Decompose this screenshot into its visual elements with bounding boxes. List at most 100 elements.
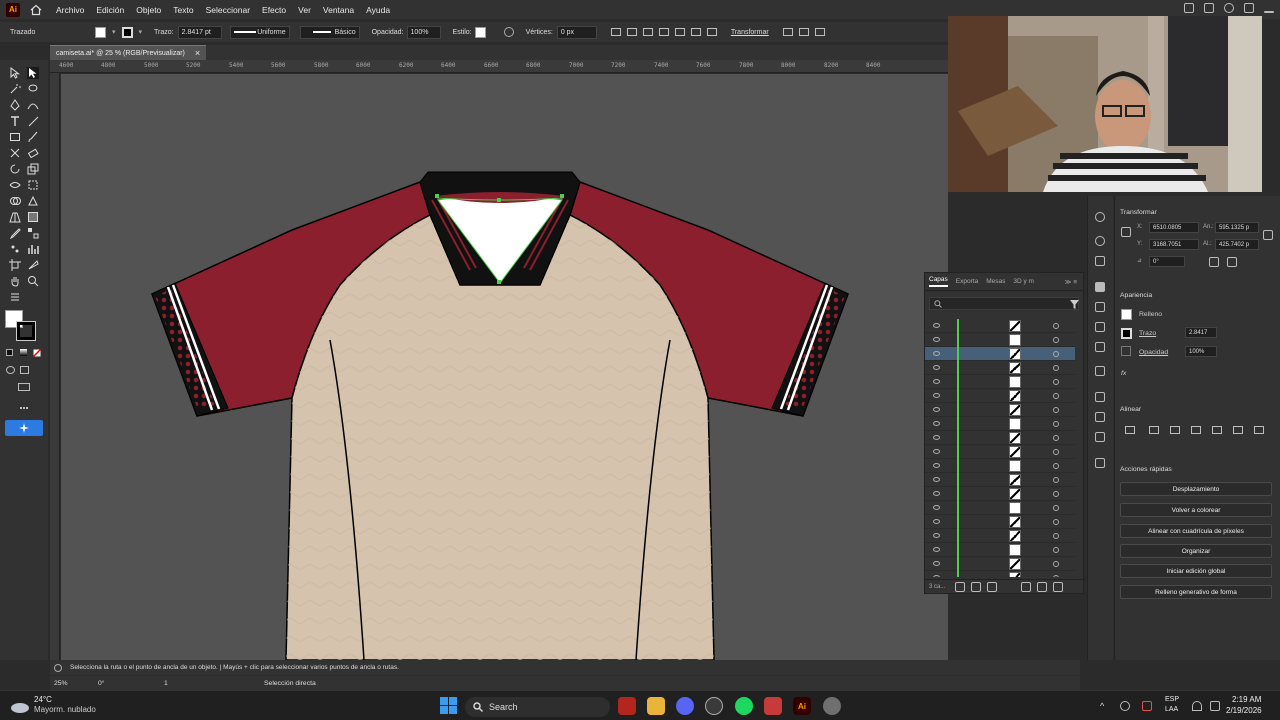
height-field[interactable]: 425.7402 p — [1215, 239, 1259, 250]
search-icon[interactable] — [1224, 3, 1234, 13]
appearance-stroke-swatch[interactable] — [1121, 328, 1132, 339]
align-vcenter-icon[interactable] — [690, 28, 701, 36]
zoom-level[interactable]: 25% — [54, 680, 84, 687]
pen-tool-icon[interactable] — [9, 99, 21, 111]
curvature-tool-icon[interactable] — [27, 99, 39, 111]
align-top-icon[interactable] — [674, 28, 685, 36]
stroke-weight-field[interactable]: 2.8417 pt — [177, 25, 222, 39]
layer-row[interactable] — [925, 515, 1075, 529]
visibility-eye-icon[interactable] — [933, 463, 940, 468]
visibility-eye-icon[interactable] — [933, 533, 940, 538]
info-icon[interactable] — [1095, 458, 1105, 468]
layer-row[interactable] — [925, 557, 1075, 571]
generative-shape-fill-button[interactable]: Relleno generativo de forma — [1120, 585, 1272, 599]
x-field[interactable]: 6510.0805 — [1149, 222, 1199, 233]
rectangle-tool-icon[interactable] — [9, 131, 21, 143]
rotation-level[interactable]: 0° — [98, 680, 128, 687]
target-circle-icon[interactable] — [1053, 547, 1059, 553]
generative-ai-button[interactable] — [5, 420, 43, 436]
gradient-mode-icon[interactable] — [20, 349, 27, 356]
panel-align-left-icon[interactable] — [1149, 426, 1159, 434]
rotate-tool-icon[interactable] — [9, 163, 21, 175]
menu-seleccionar[interactable]: Seleccionar — [206, 5, 250, 15]
panel-menu-icon[interactable]: ≫ ≡ — [1065, 278, 1077, 286]
visibility-eye-icon[interactable] — [933, 435, 940, 440]
home-icon[interactable] — [30, 4, 42, 16]
file-explorer-icon[interactable] — [647, 697, 665, 715]
align-selection-icon[interactable] — [1125, 426, 1135, 434]
draw-behind-icon[interactable] — [20, 366, 29, 374]
target-circle-icon[interactable] — [1053, 505, 1059, 511]
3d-icon[interactable] — [1095, 342, 1105, 352]
target-circle-icon[interactable] — [1053, 463, 1059, 469]
target-circle-icon[interactable] — [1053, 365, 1059, 371]
visibility-eye-icon[interactable] — [933, 351, 940, 356]
language-bottom[interactable]: LAA — [1165, 706, 1178, 713]
tab-3d[interactable]: 3D y m — [1013, 278, 1034, 285]
clock-date[interactable]: 2/19/2026 — [1226, 706, 1262, 715]
layer-row[interactable] — [925, 543, 1075, 557]
artboard-tool-icon[interactable] — [9, 259, 21, 271]
align-right-icon[interactable] — [658, 28, 669, 36]
panel-align-hcenter-icon[interactable] — [1170, 426, 1180, 434]
discord-icon[interactable] — [676, 697, 694, 715]
visibility-eye-icon[interactable] — [933, 323, 940, 328]
target-circle-icon[interactable] — [1053, 477, 1059, 483]
new-sublayer-icon[interactable] — [1021, 581, 1032, 592]
appearance-stroke-field[interactable]: 2.8417 — [1185, 327, 1217, 338]
layer-row[interactable] — [925, 473, 1075, 487]
layers-panel-icon[interactable] — [1095, 282, 1105, 292]
visibility-eye-icon[interactable] — [933, 575, 940, 577]
layer-row[interactable] — [925, 403, 1075, 417]
layer-row[interactable] — [925, 333, 1075, 347]
microphone-icon[interactable] — [1142, 701, 1152, 711]
learn-icon[interactable] — [1204, 3, 1214, 13]
slice-tool-icon[interactable] — [27, 259, 39, 271]
panel-align-right-icon[interactable] — [1191, 426, 1201, 434]
edit-toolbar-icon[interactable] — [9, 291, 21, 303]
menu-texto[interactable]: Texto — [173, 5, 193, 15]
pathfinder-icon[interactable] — [1095, 432, 1105, 442]
target-circle-icon[interactable] — [1053, 379, 1059, 385]
panel-align-top-icon[interactable] — [1212, 426, 1222, 434]
more-options-icon[interactable] — [814, 28, 825, 36]
shaper-tool-icon[interactable] — [9, 147, 21, 159]
y-field[interactable]: 3168.7051 — [1149, 239, 1199, 250]
align-panel-icon[interactable] — [1095, 392, 1105, 402]
graphic-style-swatch[interactable] — [474, 26, 486, 38]
target-circle-icon[interactable] — [1053, 407, 1059, 413]
locate-object-icon[interactable] — [971, 581, 982, 592]
stroke-color-box[interactable] — [16, 321, 36, 341]
swatches-icon[interactable] — [1095, 256, 1105, 266]
visibility-eye-icon[interactable] — [933, 519, 940, 524]
brave-browser-icon[interactable] — [618, 697, 636, 715]
visibility-eye-icon[interactable] — [933, 393, 940, 398]
draw-mode-icon[interactable] — [6, 366, 15, 374]
layer-row[interactable] — [925, 347, 1075, 361]
spotify-icon[interactable] — [735, 697, 753, 715]
target-circle-icon[interactable] — [1053, 435, 1059, 441]
artboard-number[interactable]: 1 — [164, 680, 194, 687]
delete-layer-icon[interactable] — [1053, 581, 1064, 592]
lasso-icon[interactable] — [27, 83, 39, 95]
layer-row[interactable] — [925, 459, 1075, 473]
vertices-field[interactable]: 0 px — [556, 25, 597, 39]
type-tool-icon[interactable] — [9, 115, 21, 127]
menu-efecto[interactable]: Efecto — [262, 5, 286, 15]
layer-row[interactable] — [925, 529, 1075, 543]
align-pixel-grid-button[interactable]: Alinear con cuadrícula de píxeles — [1120, 524, 1272, 538]
paintbrush-tool-icon[interactable] — [27, 131, 39, 143]
target-circle-icon[interactable] — [1053, 337, 1059, 343]
perspective-grid-icon[interactable] — [9, 211, 21, 223]
screen-mode-icon[interactable] — [18, 383, 30, 391]
transform-link[interactable]: Transformar — [731, 29, 769, 36]
recolor-button[interactable]: Volver a colorear — [1120, 503, 1272, 517]
align-to-icon[interactable] — [610, 28, 621, 36]
target-circle-icon[interactable] — [1053, 533, 1059, 539]
more-tools-icon[interactable] — [20, 407, 28, 409]
visibility-eye-icon[interactable] — [933, 365, 940, 370]
width-tool-icon[interactable] — [9, 179, 21, 191]
properties-icon[interactable] — [1095, 212, 1105, 222]
scale-tool-icon[interactable] — [27, 163, 39, 175]
menu-edicion[interactable]: Edición — [96, 5, 124, 15]
